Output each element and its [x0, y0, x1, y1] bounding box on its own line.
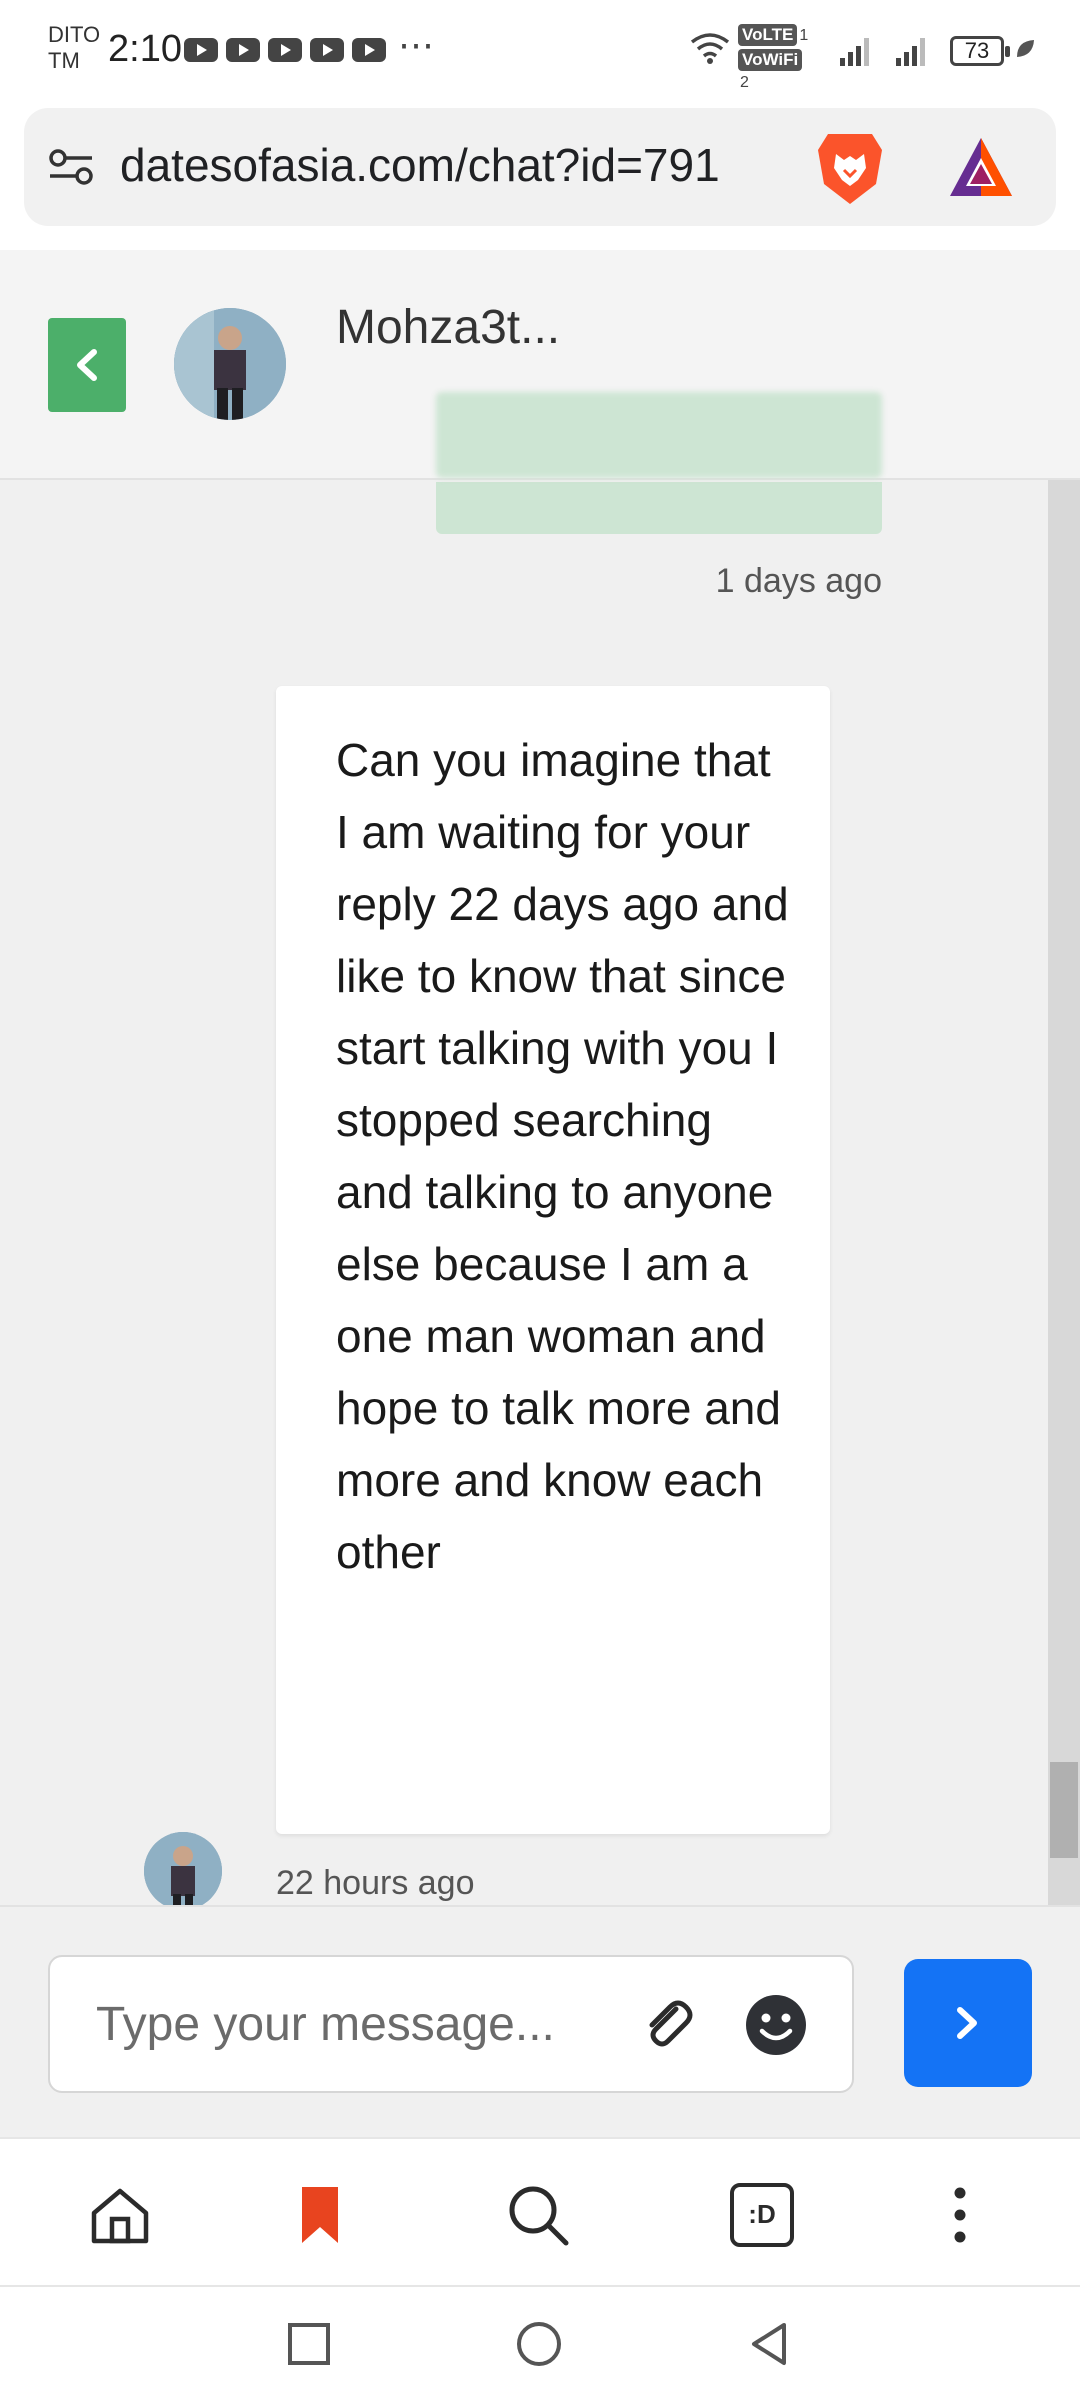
bookmark-icon[interactable] — [288, 2183, 352, 2247]
contact-avatar[interactable] — [174, 308, 286, 420]
sent-message-bubble — [436, 392, 882, 478]
url-text[interactable]: datesofasia.com/chat?id=791 — [120, 138, 720, 192]
send-button[interactable] — [904, 1959, 1032, 2087]
bat-rewards-icon[interactable] — [946, 134, 1016, 200]
message-input-box[interactable] — [48, 1955, 854, 2093]
scrollbar-thumb[interactable] — [1050, 1762, 1078, 1858]
message-composer — [0, 1905, 1080, 2137]
status-bar: DITO TM 2:10 ⋯ VoLTE 1 VoWiFi 2 73 — [0, 0, 1080, 100]
attach-icon[interactable] — [638, 1995, 698, 2055]
clock: 2:10 — [108, 28, 182, 70]
message-timestamp: 1 days ago — [715, 562, 882, 600]
more-notifications-icon: ⋯ — [398, 24, 435, 65]
menu-icon[interactable] — [928, 2183, 992, 2247]
back-button[interactable] — [48, 318, 126, 412]
volte-sim: 1 — [799, 27, 809, 44]
youtube-notification-icon — [226, 38, 260, 62]
address-bar[interactable]: datesofasia.com/chat?id=791 — [24, 108, 1056, 226]
carrier-line1: DITO — [48, 22, 101, 47]
signal-icon — [840, 36, 869, 66]
contact-name[interactable]: Mohza3t... — [336, 300, 560, 355]
recents-icon[interactable] — [284, 2319, 334, 2369]
vowifi-label: VoWiFi — [742, 50, 799, 69]
vowifi-badge: VoWiFi — [738, 49, 803, 71]
vowifi-sim: 2 — [740, 74, 749, 91]
person-photo-icon — [144, 1832, 222, 1905]
emoji-icon[interactable] — [744, 1993, 808, 2057]
signal-icon — [896, 36, 925, 66]
system-nav-bar — [0, 2285, 1080, 2400]
battery-saver-leaf-icon — [1017, 40, 1034, 57]
received-message-bubble: Can you imagine that I am waiting for yo… — [276, 686, 830, 1834]
tune-icon[interactable] — [46, 142, 96, 192]
scrollbar-track[interactable] — [1048, 480, 1080, 1905]
youtube-notification-icon — [184, 38, 218, 62]
contact-avatar — [144, 1832, 222, 1905]
battery-icon: 73 — [950, 36, 1010, 66]
sent-message-bubble — [436, 482, 882, 534]
youtube-notification-icon — [310, 38, 344, 62]
person-photo-icon — [174, 308, 286, 420]
chevron-right-icon — [957, 2007, 977, 2039]
volte-vowifi-indicator: VoLTE 1 VoWiFi 2 — [738, 24, 810, 92]
message-timestamp: 22 hours ago — [276, 1864, 475, 1902]
volte-label: VoLTE — [742, 25, 794, 44]
chat-panel: 1 days ago Can you imagine that I am wai… — [0, 250, 1080, 1905]
chevron-left-icon — [77, 349, 97, 381]
volte-badge: VoLTE — [738, 24, 798, 46]
message-input[interactable] — [96, 1989, 616, 2059]
search-icon[interactable] — [506, 2183, 570, 2247]
notification-icons — [184, 38, 386, 62]
youtube-notification-icon — [268, 38, 302, 62]
wifi-icon — [690, 33, 730, 64]
home-circle-icon[interactable] — [514, 2319, 564, 2369]
youtube-notification-icon — [352, 38, 386, 62]
home-icon[interactable] — [88, 2183, 152, 2247]
tabs-icon[interactable]: :D — [730, 2183, 794, 2247]
chat-header: Mohza3t... — [0, 250, 1080, 480]
browser-bottom-nav: :D — [0, 2137, 1080, 2285]
carrier-line2: TM — [48, 48, 80, 73]
message-text: Can you imagine that I am waiting for yo… — [336, 734, 789, 1578]
brave-lion-icon[interactable] — [814, 128, 886, 206]
back-triangle-icon[interactable] — [744, 2319, 794, 2369]
carrier-label: DITO TM — [48, 22, 100, 74]
